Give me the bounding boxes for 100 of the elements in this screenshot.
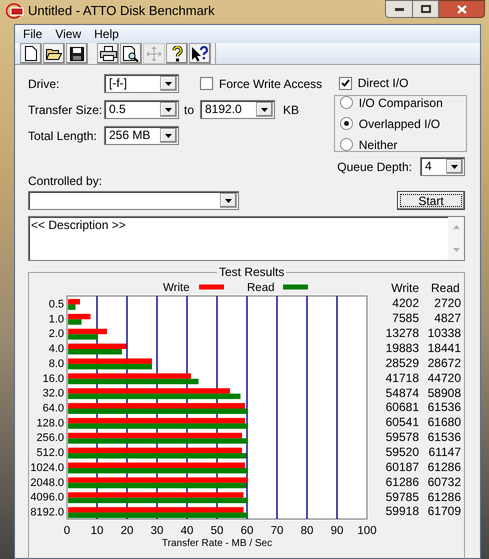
tick-label: 60 xyxy=(240,525,254,537)
category-label: 32.0 xyxy=(42,388,64,400)
table-cell-text: 61286 xyxy=(426,458,461,476)
table-cell-text: 54874 xyxy=(384,384,419,402)
table-cell-text: 60732 xyxy=(426,474,461,491)
radio-button[interactable] xyxy=(340,138,353,151)
legend-label: Read xyxy=(247,282,274,294)
maximize-button[interactable] xyxy=(413,0,439,18)
folder-icon xyxy=(46,47,62,60)
toolbar-button[interactable] xyxy=(20,43,42,64)
axis-title: Transfer Rate - MB / Sec xyxy=(162,538,272,548)
minimize-icon xyxy=(394,8,404,10)
table-cell-text: 59785 xyxy=(384,488,419,506)
table-cell-text: 61286 xyxy=(426,488,461,506)
tick-label: 80 xyxy=(300,525,314,537)
menu-item[interactable]: Help xyxy=(89,25,124,43)
table-cell-text: 58908 xyxy=(426,384,461,402)
table-cell-text: 61709 xyxy=(426,503,461,520)
table-cell-text: 7585 xyxy=(391,310,419,328)
toolbar-button[interactable] xyxy=(166,43,188,64)
tick-label: 30 xyxy=(150,525,164,537)
category-label: 128.0 xyxy=(36,417,64,430)
table-cell-text: 61147 xyxy=(428,444,461,462)
caret-icon xyxy=(165,134,172,138)
drive-label: Drive: xyxy=(28,76,60,92)
radio-label: I/O Comparison xyxy=(358,94,443,112)
menu-item[interactable]: View xyxy=(50,25,86,43)
close-icon xyxy=(456,4,466,14)
table-cell-text: 18441 xyxy=(426,340,461,358)
table-cell-text: 61536 xyxy=(426,399,461,416)
category-label: 64.0 xyxy=(42,402,64,414)
toolbar-button[interactable] xyxy=(97,43,119,64)
start-button[interactable]: Start xyxy=(397,191,465,210)
scroll-down-icon xyxy=(452,248,460,252)
checkbox-label: Direct I/O xyxy=(358,75,408,92)
radio-button[interactable] xyxy=(340,96,353,109)
radio-label: Neither xyxy=(358,136,398,154)
checkbox[interactable] xyxy=(338,76,352,90)
table-cell-text: 13278 xyxy=(384,325,419,342)
blank-page-icon xyxy=(25,46,37,61)
toolbar-button[interactable] xyxy=(66,43,88,64)
table-cell-text: 61536 xyxy=(426,429,461,446)
tick-label: 10 xyxy=(90,525,104,537)
help-icon xyxy=(172,46,182,62)
minimize-button[interactable] xyxy=(385,0,413,18)
category-label: 4.0 xyxy=(48,343,64,356)
table-cell-text: 28529 xyxy=(384,354,419,372)
table-cell-text: 59520 xyxy=(384,444,419,462)
toolbar-button[interactable] xyxy=(43,43,65,64)
category-label: 1024.0 xyxy=(30,462,64,474)
table-cell-text: 2720 xyxy=(433,295,461,312)
table-cell-text: 60681 xyxy=(384,399,419,416)
caret-icon xyxy=(261,108,268,112)
caret-icon xyxy=(165,82,172,86)
table-cell-text: 10338 xyxy=(426,325,461,342)
drive-dropdown[interactable]: [-f-] xyxy=(104,74,179,93)
table-cell-text: 61286 xyxy=(384,474,419,491)
total-length-label: Total Length: xyxy=(28,128,98,144)
close-button[interactable] xyxy=(439,0,485,18)
tick-label: 40 xyxy=(180,525,194,537)
tick-label: 90 xyxy=(330,525,344,537)
menu-item[interactable]: File xyxy=(18,25,48,43)
total-length-dropdown[interactable]: 256 MB xyxy=(104,126,179,145)
tick-label: 70 xyxy=(270,525,284,537)
caret-icon xyxy=(451,164,458,168)
category-label: 0.5 xyxy=(48,298,64,310)
table-cell-text: 4202 xyxy=(391,295,419,312)
scrollbar[interactable] xyxy=(448,217,464,260)
category-label: 1.0 xyxy=(48,313,64,326)
category-label: 8192.0 xyxy=(30,506,64,519)
category-label: 4096.0 xyxy=(30,492,64,504)
queue-depth-dropdown[interactable]: 4 xyxy=(420,157,465,176)
table-cell-text: 41718 xyxy=(384,370,419,387)
table-cell-text: 19883 xyxy=(384,340,419,358)
legend-label: Write xyxy=(163,282,190,294)
printer-icon xyxy=(100,46,116,61)
description-field[interactable]: << Description >> xyxy=(28,216,465,261)
radio-label: Overlapped I/O xyxy=(358,116,440,132)
category-label: 8.0 xyxy=(48,358,64,370)
window-title: Untitled - ATTO Disk Benchmark xyxy=(28,2,215,20)
app-logo-icon xyxy=(6,3,24,19)
radio-button[interactable] xyxy=(340,117,353,130)
controlled-by-label: Controlled by: xyxy=(28,174,104,188)
unit-label: KB xyxy=(283,102,300,118)
controlled-by-dropdown[interactable] xyxy=(28,191,239,210)
checkbox[interactable] xyxy=(200,77,213,90)
tick-label: 20 xyxy=(120,525,134,537)
transfer-size-from-dropdown[interactable]: 0.5 xyxy=(104,100,179,119)
pointer-help-icon xyxy=(191,46,209,62)
column-header: Write xyxy=(390,280,419,296)
toolbar-button[interactable] xyxy=(120,43,142,64)
caret-icon xyxy=(165,108,172,112)
table-cell-text: 61680 xyxy=(426,414,461,432)
to-label: to xyxy=(184,102,196,118)
table-cell-text: 60541 xyxy=(384,414,419,432)
tick-label: 50 xyxy=(210,525,224,537)
toolbar-button[interactable] xyxy=(189,43,211,64)
four-way-arrow-icon xyxy=(146,46,162,62)
transfer-size-to-dropdown[interactable]: 8192.0 xyxy=(200,100,275,119)
caret-icon xyxy=(225,198,232,202)
